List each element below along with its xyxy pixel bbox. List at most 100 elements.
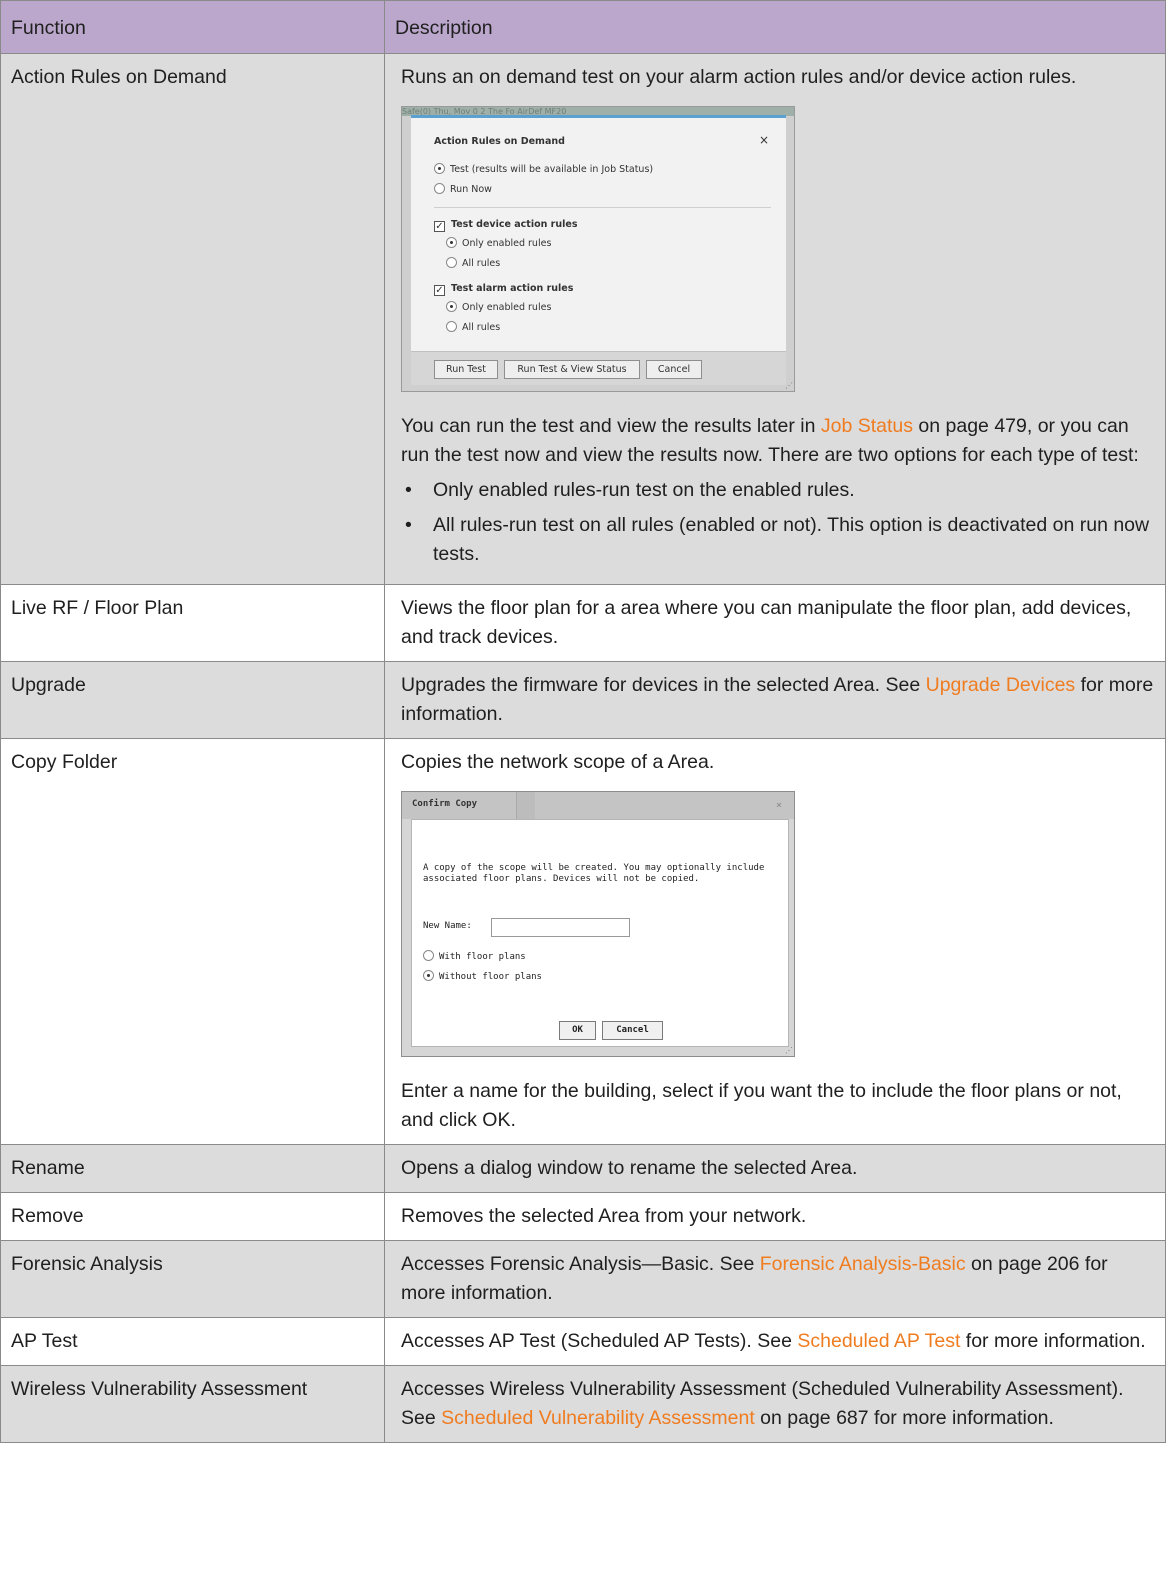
checkbox-checked-icon: ✓ <box>434 221 445 232</box>
radio-alarm-all[interactable]: All rules <box>446 321 500 334</box>
radio-label: Without floor plans <box>439 972 542 982</box>
radio-selected-icon <box>434 163 445 174</box>
radio-label: Test (results will be available in Job S… <box>450 164 654 175</box>
text-span: Accesses AP Test (Scheduled AP Tests). S… <box>401 1330 798 1352</box>
dialog-title: Action Rules on Demand <box>434 136 565 147</box>
bullet-icon: • <box>405 479 412 501</box>
function-cell: Live RF / Floor Plan <box>0 584 385 662</box>
cancel-button[interactable]: Cancel <box>602 1021 663 1040</box>
table-row: Action Rules on Demand Runs an on demand… <box>0 53 1166 585</box>
radio-icon <box>423 950 434 961</box>
radio-device-only-enabled[interactable]: Only enabled rules <box>446 237 551 250</box>
text-span: for more information. <box>960 1330 1146 1352</box>
description-text: Enter a name for the building, select if… <box>401 1080 1122 1131</box>
ok-button[interactable]: OK <box>559 1021 596 1040</box>
list-item: • All rules-run test on all rules (enable… <box>395 511 1155 569</box>
divider <box>434 207 771 208</box>
description-cell: Runs an on demand test on your alarm act… <box>384 53 1166 585</box>
bullet-icon: • <box>405 514 412 536</box>
function-cell: Rename <box>0 1144 385 1193</box>
description-cell: Copies the network scope of a Area. Conf… <box>384 738 1166 1145</box>
radio-run-now[interactable]: Run Now <box>434 183 492 196</box>
radio-label: All rules <box>462 322 501 333</box>
header-function: Function <box>0 0 385 54</box>
function-table: Function Description Action Rules on Dem… <box>0 0 1166 1443</box>
checkbox-alarm-rules[interactable]: ✓ Test alarm action rules <box>434 283 573 296</box>
dialog-footer: Run Test Run Test & View Status Cancel <box>411 351 786 385</box>
description-text: Upgrades the firmware for devices in the… <box>401 671 1155 729</box>
radio-icon <box>446 321 457 332</box>
radio-label: With floor plans <box>439 952 526 962</box>
radio-selected-icon <box>446 301 457 312</box>
radio-icon <box>434 183 445 194</box>
radio-without-floor-plans[interactable]: Without floor plans <box>423 970 542 983</box>
radio-selected-icon <box>423 970 434 981</box>
list-item-text: All rules-run test on all rules (enabled… <box>433 514 1150 565</box>
table-row: AP Test Accesses AP Test (Scheduled AP T… <box>0 1317 1166 1366</box>
function-cell: Remove <box>0 1192 385 1241</box>
list-item: • Only enabled rules-run test on the enab… <box>395 476 1155 505</box>
table-row: Copy Folder Copies the network scope of … <box>0 738 1166 1145</box>
radio-device-all[interactable]: All rules <box>446 257 500 270</box>
new-name-input[interactable] <box>491 918 630 937</box>
description-cell: Views the floor plan for a area where yo… <box>384 584 1166 662</box>
description-text: Views the floor plan for a area where yo… <box>401 597 1132 648</box>
function-cell: Copy Folder <box>0 738 385 1145</box>
radio-with-floor-plans[interactable]: With floor plans <box>423 950 526 963</box>
cancel-button[interactable]: Cancel <box>646 360 702 379</box>
description-text: Accesses AP Test (Scheduled AP Tests). S… <box>401 1327 1155 1356</box>
upgrade-devices-link[interactable]: Upgrade Devices <box>926 674 1076 696</box>
radio-test[interactable]: Test (results will be available in Job S… <box>434 163 653 176</box>
function-cell: Upgrade <box>0 661 385 739</box>
table-header-row: Function Description <box>0 0 1166 54</box>
table-row: Wireless Vulnerability Assessment Access… <box>0 1365 1166 1443</box>
description-text: Accesses Forensic Analysis—Basic. See Fo… <box>401 1250 1155 1308</box>
description-cell: Removes the selected Area from your netw… <box>384 1192 1166 1241</box>
confirm-copy-dialog-screenshot: Confirm Copy × A copy of the scope will … <box>401 791 795 1057</box>
job-status-link[interactable]: Job Status <box>821 415 913 437</box>
function-cell: AP Test <box>0 1317 385 1366</box>
description-text: You can run the test and view the result… <box>401 412 1155 470</box>
text-span: Accesses Forensic Analysis—Basic. See <box>401 1253 760 1275</box>
header-description: Description <box>384 0 1166 54</box>
radio-selected-icon <box>446 237 457 248</box>
radio-label: Only enabled rules <box>462 238 552 249</box>
function-cell: Forensic Analysis <box>0 1240 385 1318</box>
description-text: Accesses Wireless Vulnerability Assessme… <box>401 1375 1155 1433</box>
checkbox-label: Test alarm action rules <box>451 283 574 294</box>
description-text: Opens a dialog window to rename the sele… <box>401 1157 858 1179</box>
new-name-label: New Name: <box>423 921 472 931</box>
run-test-button[interactable]: Run Test <box>434 360 498 379</box>
scheduled-ap-test-link[interactable]: Scheduled AP Test <box>797 1330 960 1352</box>
radio-alarm-only-enabled[interactable]: Only enabled rules <box>446 301 551 314</box>
close-icon[interactable]: × <box>776 800 782 811</box>
checkbox-device-rules[interactable]: ✓ Test device action rules <box>434 219 577 232</box>
dialog-body: A copy of the scope will be created. You… <box>411 819 789 1047</box>
checkbox-label: Test device action rules <box>451 219 578 230</box>
text-span: Upgrades the firmware for devices in the… <box>401 674 926 696</box>
dialog-title: Confirm Copy <box>412 799 478 809</box>
resize-grip-icon: ⋰ <box>785 1046 793 1055</box>
description-text: Runs an on demand test on your alarm act… <box>401 66 1077 88</box>
description-cell: Opens a dialog window to rename the sele… <box>384 1144 1166 1193</box>
text-span: You can run the test and view the result… <box>401 415 821 437</box>
title-bar-tab <box>516 792 535 819</box>
table-row: Forensic Analysis Accesses Forensic Anal… <box>0 1240 1166 1318</box>
table-row: Upgrade Upgrades the firmware for device… <box>0 661 1166 739</box>
description-text: Removes the selected Area from your netw… <box>401 1205 807 1227</box>
scheduled-vulnerability-assessment-link[interactable]: Scheduled Vulnerability Assessment <box>441 1407 755 1429</box>
forensic-analysis-basic-link[interactable]: Forensic Analysis-Basic <box>760 1253 966 1275</box>
dialog-message-line: A copy of the scope will be created. You… <box>423 863 765 873</box>
radio-icon <box>446 257 457 268</box>
table-row: Remove Removes the selected Area from yo… <box>0 1192 1166 1241</box>
close-icon[interactable]: × <box>759 134 769 146</box>
table-row: Live RF / Floor Plan Views the floor pla… <box>0 584 1166 662</box>
action-rules-dialog: Action Rules on Demand × Test (results w… <box>411 115 786 385</box>
table-row: Rename Opens a dialog window to rename t… <box>0 1144 1166 1193</box>
list-item-text: Only enabled rules-run test on the enabl… <box>433 479 855 501</box>
checkbox-checked-icon: ✓ <box>434 285 445 296</box>
run-test-view-status-button[interactable]: Run Test & View Status <box>504 360 640 379</box>
description-cell: Accesses Wireless Vulnerability Assessme… <box>384 1365 1166 1443</box>
function-cell: Wireless Vulnerability Assessment <box>0 1365 385 1443</box>
description-cell: Accesses AP Test (Scheduled AP Tests). S… <box>384 1317 1166 1366</box>
